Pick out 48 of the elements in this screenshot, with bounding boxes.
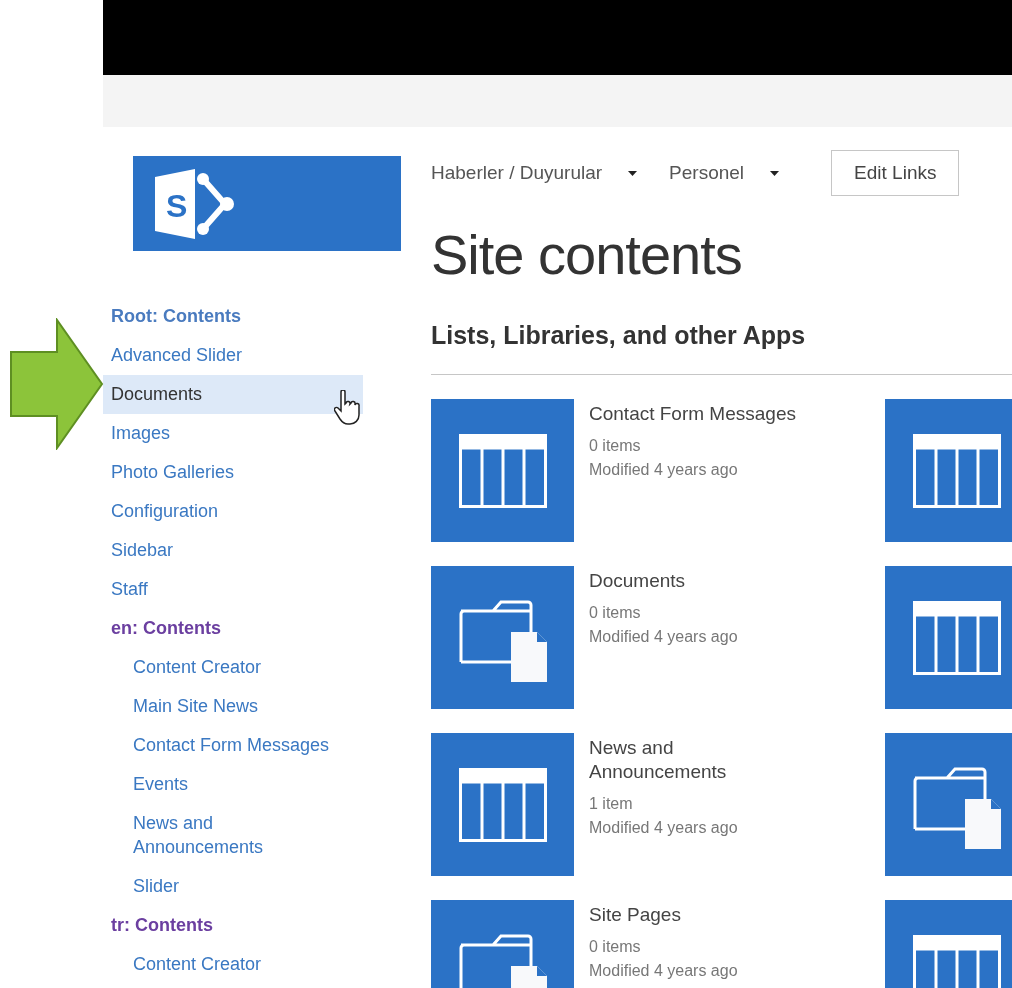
app-tile[interactable] [431, 566, 574, 709]
list-icon [458, 433, 547, 508]
top-nav-link[interactable]: Personel [669, 162, 780, 184]
modified-date: Modified 4 years ago [589, 818, 739, 838]
nav-link[interactable]: Photo Galleries [103, 453, 363, 492]
list-icon [912, 600, 1001, 675]
app-tile[interactable] [431, 399, 574, 542]
edit-links-button[interactable]: Edit Links [831, 150, 960, 196]
app-tile[interactable] [885, 399, 1012, 542]
app-name[interactable]: Site Pages [589, 903, 809, 927]
nav-link[interactable]: Configuration [103, 492, 363, 531]
item-count: 0 items [589, 436, 642, 456]
nav-link[interactable]: Advanced Slider [103, 336, 363, 375]
app-tile[interactable] [431, 733, 574, 876]
page-title: Site contents [431, 222, 743, 288]
modified-date: Modified 4 years ago [589, 460, 739, 480]
nav-link[interactable]: Events [103, 765, 333, 804]
nav-link[interactable]: Main Site News [103, 687, 333, 726]
item-count: 0 items [589, 937, 642, 957]
list-icon [912, 934, 1001, 988]
site-logo[interactable]: S [133, 156, 401, 251]
nav-link[interactable]: Sidebar [103, 531, 363, 570]
nav-link[interactable]: Documents [103, 375, 363, 414]
nav-link[interactable]: Staff [103, 570, 363, 609]
nav-heading[interactable]: en: Contents [103, 609, 363, 648]
top-nav-link[interactable]: Haberler / Duyurular [431, 162, 638, 184]
section-heading: Lists, Libraries, and other Apps [431, 321, 807, 350]
item-count: 0 items [589, 603, 642, 623]
nav-link[interactable]: Contact Form Messages [103, 726, 333, 765]
nav-heading[interactable]: Root: Contents [103, 297, 363, 336]
nav-link[interactable]: Images [103, 414, 363, 453]
nav-link[interactable]: Content Creator [103, 648, 333, 687]
item-count: 1 item [589, 794, 634, 814]
app-tile[interactable] [885, 733, 1012, 876]
pointing-arrow-icon [10, 318, 104, 450]
app-name[interactable]: Contact Form Messages [589, 402, 809, 426]
hand-cursor-icon [334, 390, 360, 426]
modified-date: Modified 4 years ago [589, 961, 739, 981]
modified-date: Modified 4 years ago [589, 627, 739, 647]
app-name[interactable]: News and Announcements [589, 736, 809, 784]
list-icon [912, 433, 1001, 508]
list-icon [458, 767, 547, 842]
nav-link[interactable]: Slider [103, 867, 333, 906]
nav-link[interactable]: Content Creator [103, 945, 333, 984]
app-name[interactable]: Documents [589, 569, 809, 593]
app-tile[interactable] [885, 566, 1012, 709]
nav-heading[interactable]: tr: Contents [103, 906, 363, 945]
nav-link[interactable]: News and Announcements [103, 804, 333, 867]
